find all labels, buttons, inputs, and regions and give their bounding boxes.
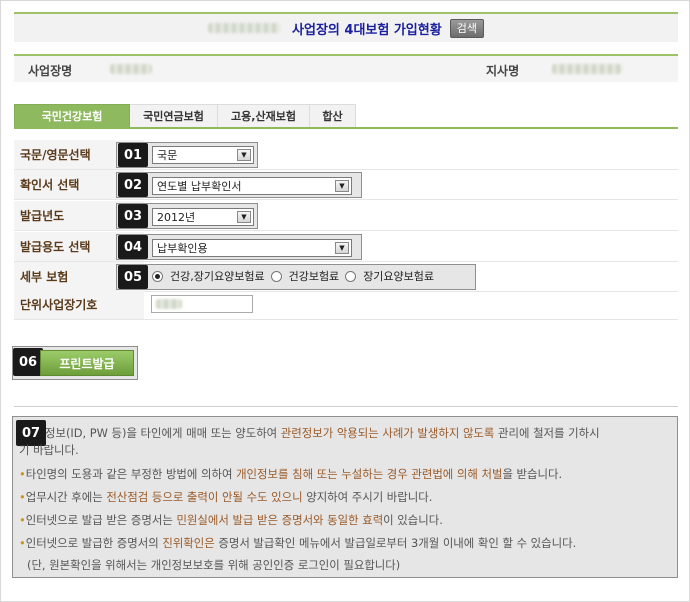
row-language: 국문/영문선택 <box>14 140 678 170</box>
detail-radio-group: 건강,장기요양보험료 건강보험료 장기요양보험료 <box>152 268 434 284</box>
radio-health-longterm[interactable] <box>152 270 163 282</box>
purpose-select-value: 납부확인용 <box>157 242 208 255</box>
row-unit-code: 단위사업장기호 <box>14 290 678 320</box>
chevron-down-icon: ▼ <box>237 211 251 223</box>
unit-code-label: 단위사업장기호 <box>14 290 144 319</box>
year-select-value: 2012년 <box>157 211 196 224</box>
notice-line-4: •인터넷으로 발급 받은 증명서는 민원실에서 발급 받은 증명서와 동일한 효… <box>19 513 443 527</box>
business-name-label: 사업장명 <box>28 64 73 78</box>
year-select[interactable]: 2012년 ▼ <box>152 208 254 226</box>
redacted-business-name <box>208 23 281 33</box>
notice-line-6: (단, 원본확인을 위해서는 개인정보보호를 위해 공인인증 로그인이 필요합니… <box>27 558 401 572</box>
tab-total[interactable]: 합산 <box>310 104 356 128</box>
tab-national-pension[interactable]: 국민연금보험 <box>130 104 218 128</box>
tab-health-insurance[interactable]: 국민건강보험 <box>14 104 130 128</box>
language-select-value: 국문 <box>157 149 178 162</box>
search-button[interactable]: 검색 <box>449 18 484 38</box>
redacted-branch-value <box>552 64 622 74</box>
branch-label: 지사명 <box>486 64 520 78</box>
divider <box>14 406 678 407</box>
redacted-business-value <box>110 64 152 74</box>
chevron-down-icon: ▼ <box>237 149 251 161</box>
notice-line-5: •인터넷으로 발급한 증명서의 진위확인은 증명서 발급확인 메뉴에서 발급일로… <box>19 536 577 550</box>
chevron-down-icon: ▼ <box>335 180 349 192</box>
title-bar: 사업장의 4대보험 가입현황 검색 <box>14 12 678 42</box>
radio-label: 장기요양보험료 <box>363 270 435 283</box>
radio-label: 건강보험료 <box>288 270 340 283</box>
step-badge-04: 04 <box>118 235 148 259</box>
tab-underline <box>14 127 678 129</box>
unit-code-input[interactable] <box>151 295 253 313</box>
tab-employment-insurance[interactable]: 고용,산재보험 <box>218 104 310 128</box>
notice-line-2: •타인명의 도용과 같은 부정한 방법에 의하여 개인정보를 침해 또는 누설하… <box>19 467 563 481</box>
notice-line-3: •업무시간 후에는 전산점검 등으로 출력이 안될 수도 있으니 양지하여 주시… <box>19 490 433 504</box>
print-issue-button[interactable]: 프린트발급 <box>40 350 134 376</box>
radio-label: 건강,장기요양보험료 <box>170 270 265 283</box>
notice-line-1b: 기 바랍니다. <box>19 443 79 457</box>
radio-longterm[interactable] <box>345 270 357 282</box>
step-badge-05: 05 <box>118 265 148 289</box>
chevron-down-icon: ▼ <box>335 242 349 254</box>
step-badge-02: 02 <box>118 173 148 197</box>
redacted-unit-code <box>156 299 182 309</box>
info-bar: 사업장명 지사명 <box>14 54 678 82</box>
row-year: 발급년도 <box>14 201 678 231</box>
language-select[interactable]: 국문 ▼ <box>152 146 254 164</box>
step-badge-06: 06 <box>13 348 43 376</box>
step-badge-01: 01 <box>118 143 148 167</box>
insurance-tabs: 국민건강보험 국민연금보험 고용,산재보험 합산 <box>14 104 356 128</box>
certificate-select[interactable]: 연도별 납부확인서 ▼ <box>152 177 352 195</box>
step-badge-03: 03 <box>118 204 148 228</box>
purpose-select[interactable]: 납부확인용 ▼ <box>152 239 352 257</box>
radio-health[interactable] <box>270 270 282 282</box>
notice-line-1: 정보(ID, PW 등)을 타인에게 매매 또는 양도하여 관련정보가 악용되는… <box>45 426 600 440</box>
certificate-select-value: 연도별 납부확인서 <box>157 180 242 193</box>
page-title: 사업장의 4대보험 가입현황 <box>292 22 442 38</box>
notice-box: 07 정보(ID, PW 등)을 타인에게 매매 또는 양도하여 관련정보가 악… <box>12 416 678 578</box>
